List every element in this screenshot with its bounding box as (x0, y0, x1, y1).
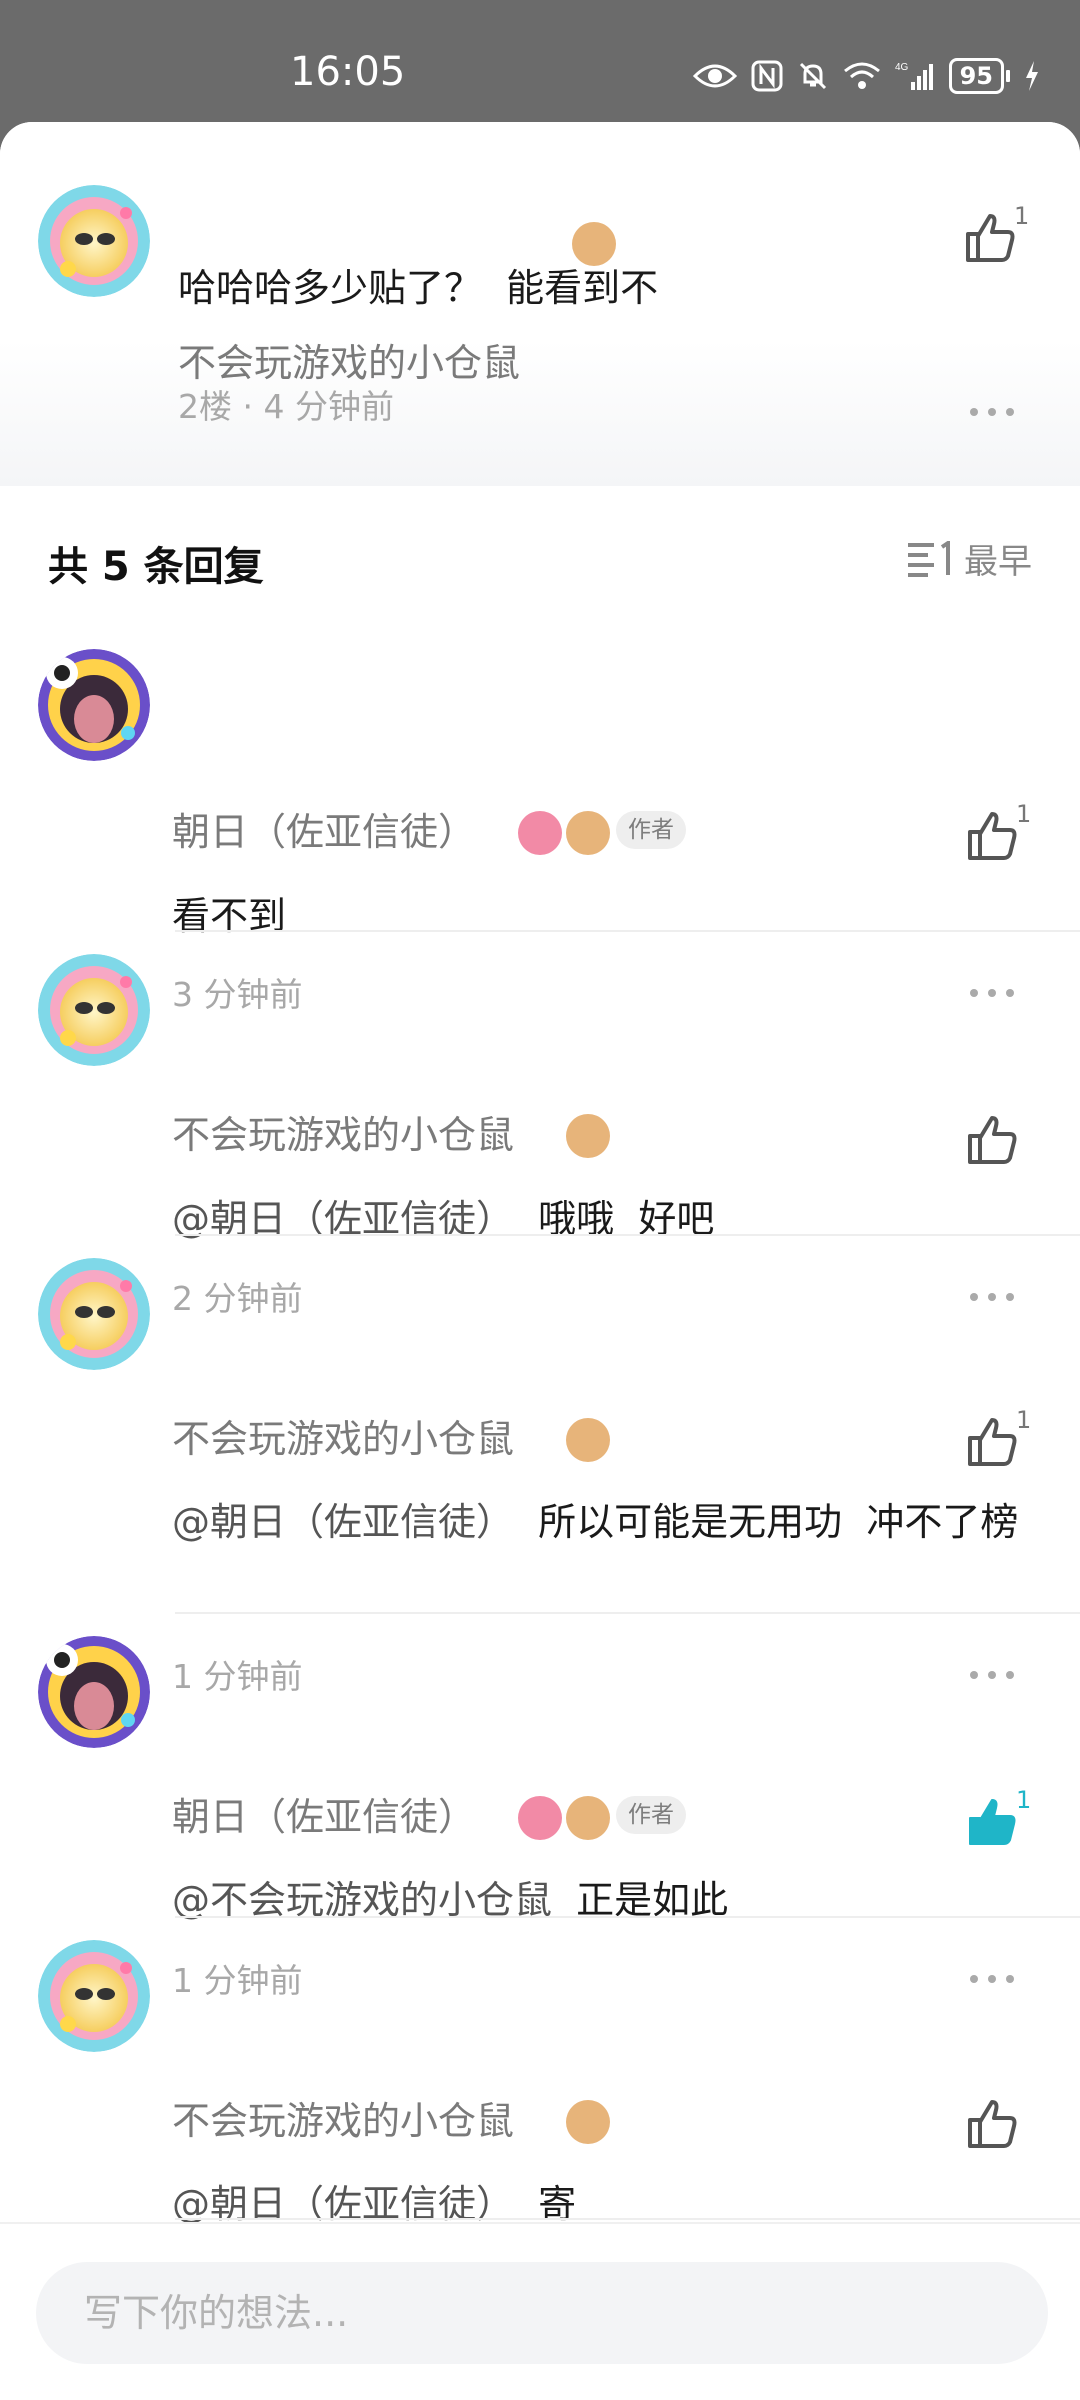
sort-toggle[interactable]: 最早 (908, 534, 1032, 583)
sort-label: 最早 (964, 542, 1032, 582)
level-badge-icon (566, 2100, 610, 2144)
reply-time: 1 分钟前 (172, 1961, 303, 2000)
wifi-icon (843, 62, 880, 89)
avatar-hamster[interactable] (38, 1940, 150, 2052)
divider (175, 2218, 1080, 2220)
comment-meta: 2楼 · 4 分钟前 (178, 387, 394, 426)
avatar-hamster[interactable] (38, 954, 150, 1066)
more-icon[interactable] (968, 1670, 1016, 1680)
comment-text: 哈哈哈多少贴了？ 能看到不 (178, 266, 659, 310)
avatar-asahi[interactable] (38, 1636, 150, 1748)
status-icons: 4G 95 (692, 58, 1040, 94)
level-badge-icon (566, 1796, 610, 1840)
like-count: 1 (1016, 800, 1032, 828)
comment-composer: 写下你的想法... (0, 2222, 1080, 2400)
reply-time: 1 分钟前 (172, 1657, 303, 1696)
divider (175, 1916, 1080, 1918)
fan-badge-icon (518, 1796, 562, 1840)
level-badge-icon (566, 1114, 610, 1158)
reply-author[interactable]: 不会玩游戏的小仓鼠 (172, 1420, 514, 1458)
like-icon[interactable] (964, 1112, 1020, 1168)
comment-input[interactable]: 写下你的想法... (36, 2262, 1048, 2364)
like-count: 1 (1016, 1406, 1032, 1434)
like-icon[interactable] (964, 808, 1020, 864)
mention-link[interactable]: @朝日（佐亚信徒） (172, 1500, 514, 1544)
reply-author[interactable]: 朝日（佐亚信徒） (172, 1798, 476, 1836)
reply-text: @朝日（佐亚信徒） 所以可能是无用功 冲不了榜 (172, 1500, 1019, 1544)
reply-author[interactable]: 朝日（佐亚信徒） (172, 813, 476, 851)
reply-text: 看不到 (172, 894, 287, 938)
more-icon[interactable] (968, 988, 1016, 998)
like-icon[interactable] (964, 1414, 1020, 1470)
battery-indicator: 95 (948, 58, 1010, 94)
like-count: 1 (1014, 202, 1030, 230)
more-icon[interactable] (968, 1292, 1016, 1302)
bell-off-icon (799, 62, 826, 90)
comment-author[interactable]: 不会玩游戏的小仓鼠 (178, 344, 520, 382)
comment-sheet: 不会玩游戏的小仓鼠 哈哈哈多少贴了？ 能看到不 2楼 · 4 分钟前 1 共 5… (0, 122, 1080, 2400)
like-icon[interactable] (962, 210, 1018, 266)
reply-time: 3 分钟前 (172, 975, 303, 1014)
like-icon[interactable] (964, 2096, 1020, 2152)
reply-text: @朝日（佐亚信徒） 哦哦 好吧 (172, 1197, 715, 1241)
charging-icon (1026, 61, 1038, 91)
avatar-hamster[interactable] (38, 185, 150, 297)
reply-author[interactable]: 不会玩游戏的小仓鼠 (172, 1116, 514, 1154)
reply-author[interactable]: 不会玩游戏的小仓鼠 (172, 2102, 514, 2140)
status-bar: 16:05 4G 95 (0, 0, 1080, 122)
avatar-hamster[interactable] (38, 1258, 150, 1370)
battery-level: 95 (948, 58, 1004, 94)
divider (175, 1612, 1080, 1614)
main-comment: 不会玩游戏的小仓鼠 哈哈哈多少贴了？ 能看到不 2楼 · 4 分钟前 1 (0, 122, 1080, 486)
svg-text:4G: 4G (895, 62, 909, 73)
divider (175, 1234, 1080, 1236)
avatar-asahi[interactable] (38, 649, 150, 761)
reply-time: 2 分钟前 (172, 1279, 303, 1318)
reply-text: @不会玩游戏的小仓鼠 正是如此 (172, 1878, 729, 1922)
signal-icon: 4G (895, 62, 933, 90)
nfc-icon (751, 60, 783, 92)
liked-icon[interactable] (964, 1794, 1020, 1850)
replies-count-title: 共 5 条回复 (48, 544, 264, 590)
more-icon[interactable] (968, 407, 1016, 417)
divider (175, 930, 1080, 932)
level-badge-icon (566, 1418, 610, 1462)
sort-icon (908, 540, 950, 577)
like-count: 1 (1016, 1786, 1032, 1814)
status-time: 16:05 (290, 49, 406, 95)
eye-icon (692, 64, 737, 88)
author-tag: 作者 (616, 811, 686, 849)
level-badge-icon (566, 811, 610, 855)
author-tag: 作者 (616, 1796, 686, 1834)
fan-badge-icon (518, 811, 562, 855)
more-icon[interactable] (968, 1974, 1016, 1984)
